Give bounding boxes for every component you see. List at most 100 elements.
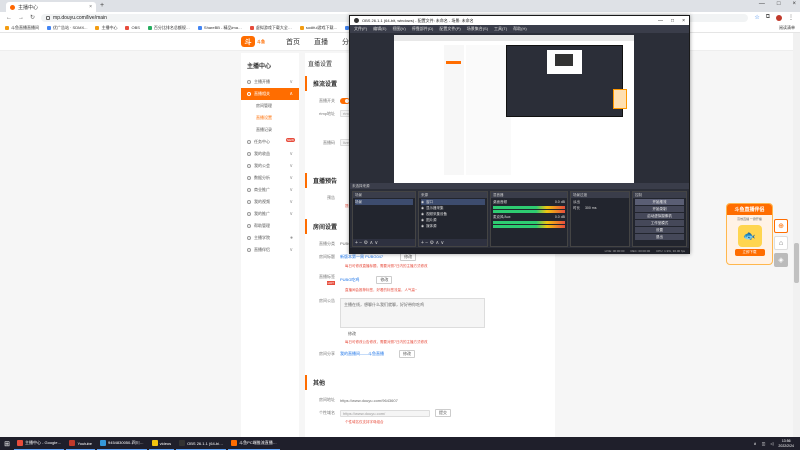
sidebar-item[interactable]: 数据分析 ∨ [241, 172, 299, 184]
gift-icon[interactable]: ◈ [774, 253, 788, 267]
network-icon[interactable]: ◫ [762, 441, 766, 446]
obs-menu-item[interactable]: 配置文件(P) [439, 26, 460, 32]
sidebar-item[interactable]: 主播学院 ● [241, 232, 299, 244]
sidebar-item[interactable]: 我的公会 ∨ [241, 160, 299, 172]
tray-arrow-icon[interactable]: ∧ [754, 441, 757, 446]
browser-tab[interactable]: 主播中心 × [6, 2, 96, 12]
bookmark-star-icon[interactable]: ☆ [754, 14, 759, 21]
taskbar-app[interactable]: Youtube [66, 437, 95, 450]
float-orange-button[interactable]: ⊕ [774, 219, 788, 233]
minimize-icon[interactable]: — [759, 1, 765, 7]
clock[interactable]: 13:56 2022/2/24 [778, 439, 794, 448]
eye-icon[interactable]: ◉ [421, 206, 424, 210]
scenes-dock: 场景 场景 + − ⚙ ∧ ∨ [352, 191, 416, 247]
obs-menu-item[interactable]: 编辑(E) [373, 26, 386, 32]
bookmark-item[interactable]: sodiful游戏下载… [299, 25, 337, 31]
back-button[interactable]: ← [6, 15, 12, 21]
save-notice-button[interactable]: 修改 [345, 331, 359, 337]
menu-icon[interactable]: ⋮ [788, 14, 794, 21]
eye-icon[interactable]: ◉ [421, 224, 424, 228]
obs-menu-item[interactable]: 场景集合(S) [467, 26, 488, 32]
sidebar-subitem[interactable]: 直播记录 [241, 124, 299, 136]
taskbar-app[interactable]: 斗鱼PC端推流直播… [228, 437, 280, 450]
obs-minimize-icon[interactable]: — [658, 18, 663, 24]
notice-textarea[interactable]: 主播在线，想聊什么我们就聊，好好带你吃鸡 [340, 298, 485, 328]
douyu-logo[interactable]: 斗 斗鱼 [241, 36, 265, 47]
eye-icon[interactable]: ◉ [421, 212, 424, 216]
sidebar-item[interactable]: 直播伴侣 ∨ [241, 244, 299, 256]
bookmark-item[interactable]: 优广告站 · SDMX... [47, 25, 87, 31]
new-tab-button[interactable]: + [100, 2, 104, 9]
windows-start-icon[interactable]: ⊞ [0, 437, 14, 450]
volume-slider[interactable] [493, 225, 565, 228]
obs-menu-item[interactable]: 停靠部件(D) [412, 26, 434, 32]
edit-share-button[interactable]: 修改 [399, 350, 415, 358]
sidebar-item[interactable]: 直播相关 ∧ [241, 88, 299, 100]
share-value[interactable]: 我的直播间——斗鱼直播 [340, 351, 384, 357]
volume-icon[interactable]: ◁ [770, 441, 773, 446]
edit-tag-button[interactable]: 修改 [376, 275, 393, 284]
sidebar-item[interactable]: 我的视频 ∨ [241, 196, 299, 208]
room-tag-value[interactable]: PUBG吃鸡 [340, 277, 359, 283]
custom-url-input[interactable]: https://www.douyu.com/ [340, 409, 430, 417]
bookmark-item[interactable]: 百分比排名总额规… [147, 25, 190, 31]
close-tab-icon[interactable]: × [89, 4, 92, 10]
obs-menu-item[interactable]: 工具(T) [494, 26, 507, 32]
obs-preview[interactable] [394, 35, 634, 183]
sidebar-item[interactable]: 任务中心 NEW [241, 136, 299, 148]
bookmark-item[interactable]: 虚拟游戏下载大全… [249, 25, 292, 31]
obs-menu-item[interactable]: 视图(V) [392, 26, 405, 32]
home-icon[interactable]: ⌂ [774, 236, 788, 250]
obs-menu-item[interactable]: 帮助(H) [513, 26, 527, 32]
sidebar-item[interactable]: 商业推广 ∨ [241, 184, 299, 196]
bookmark-item[interactable]: 主播中心 [95, 25, 117, 31]
scene-item[interactable]: 场景 [355, 199, 413, 205]
taskbar-app[interactable]: 9454830050-四川… [97, 437, 147, 450]
obs-close-icon[interactable]: × [682, 18, 685, 24]
eye-icon[interactable]: ◉ [421, 218, 424, 222]
submit-custom-button[interactable]: 提交 [435, 409, 451, 417]
sidebar-item[interactable]: 主播开播 ∨ [241, 76, 299, 88]
page-scrollbar[interactable] [793, 33, 800, 437]
obs-control-button[interactable]: 开始录制 [635, 206, 684, 212]
close-window-icon[interactable]: × [792, 1, 796, 7]
sources-toolbar[interactable]: + − ⚙ ∧ ∨ [419, 239, 487, 246]
promo-download-button[interactable]: 立即下载 [734, 249, 765, 256]
obs-control-button[interactable]: 启动虚拟摄像机 [635, 213, 684, 219]
bookmark-item[interactable]: 斗鱼直播直播间 [5, 25, 39, 31]
obs-control-button[interactable]: 开始推流 [635, 199, 684, 205]
sidebar-item[interactable]: 我的推广 ∨ [241, 208, 299, 220]
eye-icon[interactable]: ◉ [421, 200, 424, 204]
taskbar-app[interactable]: 主播中心 - Google… [14, 437, 65, 450]
nav-item[interactable]: 直播 [314, 37, 328, 47]
extensions-icon[interactable]: ⧉ [766, 14, 770, 21]
room-url[interactable]: https://www.douyu.com/9643607 [340, 398, 398, 403]
obs-control-button[interactable]: 设置 [635, 227, 684, 233]
reload-button[interactable]: ↻ [30, 14, 35, 21]
scrollbar-thumb[interactable] [794, 243, 799, 283]
edit-title-button[interactable]: 修改 [400, 253, 417, 261]
obs-control-button[interactable]: 工作室模式 [635, 220, 684, 226]
bookmark-item[interactable]: OBS [125, 25, 140, 30]
promo-card[interactable]: 斗鱼直播伴侣 高效直播 一键开播 🐟 立即下载 [726, 203, 773, 265]
obs-menu-item[interactable]: 文件(F) [354, 26, 367, 32]
forward-button[interactable]: → [18, 15, 24, 21]
obs-maximize-icon[interactable]: □ [671, 18, 674, 24]
sidebar-subitem[interactable]: 房间管理 [241, 100, 299, 112]
sidebar-subitem[interactable]: 直播设置 [241, 112, 299, 124]
profile-avatar[interactable] [776, 14, 782, 21]
sidebar-item[interactable]: 我的收益 ∨ [241, 148, 299, 160]
taskbar-app[interactable]: OBS 26.1.1 (64-bi… [176, 437, 227, 450]
room-title-value[interactable]: 新版本第一周 PUBG047 [340, 254, 383, 260]
reading-list[interactable]: 阅读清单 [779, 25, 795, 31]
nav-item[interactable]: 首页 [286, 37, 300, 47]
source-item[interactable]: ◉ 媒体源 [421, 223, 485, 229]
maximize-icon[interactable]: □ [777, 1, 781, 7]
duration-row[interactable]: 时长 300 ms [573, 205, 627, 211]
obs-control-button[interactable]: 退出 [635, 234, 684, 240]
bookmark-item[interactable]: ShareBB - 精品lma… [197, 25, 242, 31]
volume-slider[interactable] [493, 210, 565, 213]
scenes-toolbar[interactable]: + − ⚙ ∧ ∨ [353, 239, 415, 246]
taskbar-app[interactable]: videos [148, 437, 175, 450]
sidebar-item[interactable]: 帮助管理 [241, 220, 299, 232]
